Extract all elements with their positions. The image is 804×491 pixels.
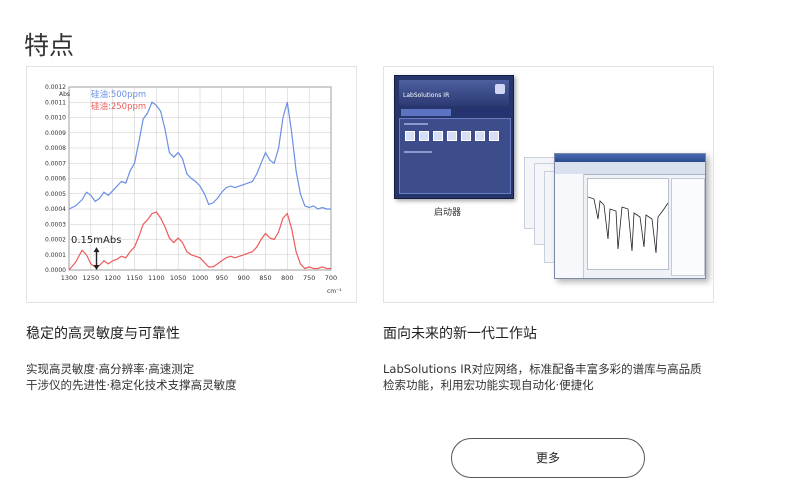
feature-1-desc-line: 干涉仪的先进性·稳定化技术支撑高灵敏度: [26, 378, 237, 392]
x-tick-label: 1200: [104, 274, 121, 282]
feature-2-description: LabSolutions IR对应网络，标准配备丰富多彩的谱库与高品质 检索功能…: [383, 361, 702, 393]
y-tick-label: 0.0009: [45, 130, 66, 137]
launcher-exit-icon: [495, 84, 505, 94]
launcher-panel: [399, 118, 511, 194]
spectrum-chart-card: 0.0000 0.0001 0.0002 0.0003 0.0004 0.0005 0.00…: [26, 66, 357, 303]
x-tick-label: 1000: [192, 274, 209, 282]
x-tick-label: 700: [325, 274, 337, 282]
launcher-panel-line: [404, 123, 428, 125]
y-tick-labels: 0.0000 0.0001 0.0002 0.0003 0.0004 0.0005 0.00…: [45, 84, 66, 274]
legend-entry-500ppm: 硅油:500ppm: [91, 89, 146, 100]
feature-1-desc-line: 实现高灵敏度·高分辨率·高速测定: [26, 362, 195, 376]
x-tick-label: 750: [303, 274, 315, 282]
page-title: 特点: [24, 31, 75, 60]
x-tick-label: 1150: [126, 274, 143, 282]
launcher-function-icon: [475, 131, 485, 141]
feature-2-desc-line: LabSolutions IR对应网络，标准配备丰富多彩的谱库与高品质: [383, 362, 702, 376]
launcher-function-icon: [433, 131, 443, 141]
y-tick-label: 0.0003: [45, 221, 66, 228]
x-tick-label: 1100: [148, 274, 165, 282]
launcher-app-name: LabSolutions IR: [403, 92, 450, 99]
y-tick-label: 0.0001: [45, 252, 66, 259]
x-tick-label: 1300: [61, 274, 78, 282]
launcher-window: LabSolutions IR: [394, 75, 514, 199]
y-tick-label: 0.0007: [45, 160, 66, 167]
labsolutions-main-window: [554, 153, 706, 279]
feature-1-title: 稳定的高灵敏度与可靠性: [26, 326, 180, 342]
y-tick-label: 0.0010: [45, 115, 66, 122]
launcher-header: LabSolutions IR: [399, 80, 509, 106]
app-results-panel: [671, 178, 705, 276]
y-axis-label: Abs: [59, 91, 70, 98]
feature-2-desc-line: 检索功能，利用宏功能实现自动化·便捷化: [383, 378, 594, 392]
x-tick-label: 950: [216, 274, 228, 282]
x-tick-label: 900: [237, 274, 249, 282]
x-tick-label: 800: [281, 274, 293, 282]
launcher-caption: 启动器: [434, 208, 462, 218]
y-tick-label: 0.0002: [45, 237, 66, 244]
app-title-bar: [555, 154, 705, 162]
y-tick-label: 0.0008: [45, 145, 66, 152]
launcher-function-icon: [447, 131, 457, 141]
more-button[interactable]: 更多: [451, 438, 645, 478]
y-tick-label: 0.0006: [45, 176, 66, 183]
x-tick-labels: 1300 1250 1200 1150 1100 1050 1000 950 900 850 800…: [61, 274, 337, 282]
y-tick-label: 0.0000: [45, 267, 66, 274]
y-tick-label: 0.0004: [45, 206, 66, 213]
x-axis-unit: cm⁻¹: [327, 288, 342, 295]
legend-entry-250ppm: 硅油:250ppm: [91, 101, 146, 112]
launcher-function-icon: [405, 131, 415, 141]
software-screenshot-card: LabSolutions IR 启动器: [383, 66, 714, 303]
feature-1-description: 实现高灵敏度·高分辨率·高速测定 干涉仪的先进性·稳定化技术支撑高灵敏度: [26, 361, 237, 393]
app-side-panel: [555, 174, 584, 278]
x-tick-label: 1250: [83, 274, 100, 282]
feature-2-title: 面向未来的新一代工作站: [383, 326, 537, 342]
spectrum-chart: 0.0000 0.0001 0.0002 0.0003 0.0004 0.0005 0.00…: [45, 84, 342, 295]
launcher-panel-line: [404, 151, 432, 153]
launcher-function-icon: [489, 131, 499, 141]
app-spectrum-svg: [587, 196, 669, 254]
y-tick-label: 0.0011: [45, 99, 66, 106]
launcher-tab: [401, 109, 451, 116]
launcher-tab: [455, 109, 507, 116]
y-tick-label: 0.0005: [45, 191, 66, 198]
launcher-function-icon: [461, 131, 471, 141]
app-spectrum-plot: [587, 178, 669, 270]
launcher-function-icon: [419, 131, 429, 141]
x-tick-label: 1050: [170, 274, 187, 282]
x-tick-label: 850: [259, 274, 271, 282]
y-tick-label: 0.0012: [45, 84, 66, 91]
annotation-label: 0.15mAbs: [71, 235, 121, 246]
